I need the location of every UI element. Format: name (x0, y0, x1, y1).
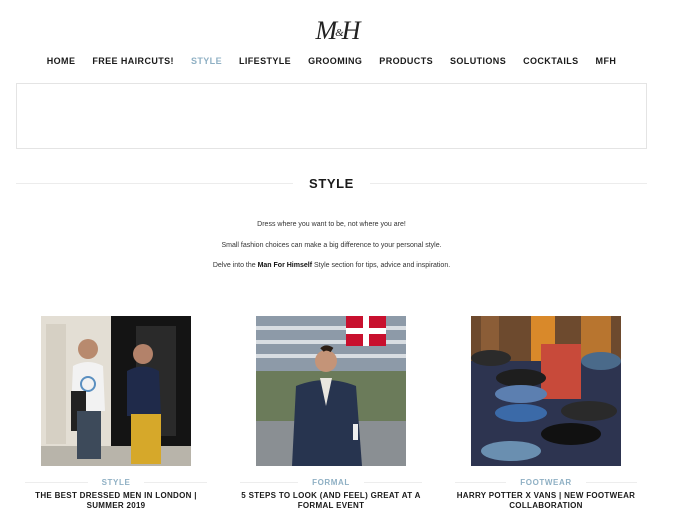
nav-item-grooming[interactable]: GROOMING (300, 55, 371, 67)
nav-item-style[interactable]: STYLE (182, 55, 230, 67)
advertisement-box (16, 83, 647, 149)
nav-item-free-haircuts[interactable]: FREE HAIRCUTS! (84, 55, 183, 67)
divider-right (369, 182, 647, 184)
nav-item-solutions[interactable]: SOLUTIONS (442, 55, 515, 67)
article-photo-footwear (471, 316, 621, 466)
nav-item-mfh[interactable]: MFH (587, 55, 625, 67)
nav-item-products[interactable]: PRODUCTS (371, 55, 442, 67)
article-category-row-1: STYLE (25, 476, 207, 488)
nav-item-cocktails[interactable]: COCKTAILS (515, 55, 587, 67)
intro-line-1: Dress where you want to be, not where yo… (257, 221, 406, 228)
nav-item-home[interactable]: HOME (38, 55, 84, 67)
article-category[interactable]: STYLE (88, 478, 145, 487)
section-heading: STYLE (16, 175, 647, 191)
page-title: STYLE (309, 175, 354, 191)
intro-line-3-end: Style section for tips, advice and inspi… (312, 262, 451, 269)
article-category-row-2: FORMAL (240, 476, 423, 488)
article-card-1[interactable]: STYLE THE BEST DRESSED MEN IN LONDON | S… (25, 316, 207, 510)
article-image-3[interactable] (471, 316, 621, 466)
divider-left (16, 182, 294, 184)
article-card-3[interactable]: FOOTWEAR HARRY POTTER X VANS | NEW FOOTW… (455, 316, 637, 510)
article-title[interactable]: 5 STEPS TO LOOK (AND FEEL) GREAT AT A FO… (236, 491, 426, 511)
article-image-2[interactable] (256, 316, 406, 466)
article-title[interactable]: HARRY POTTER X VANS | NEW FOOTWEAR COLLA… (451, 491, 641, 511)
main-nav: HOME FREE HAIRCUTS! STYLE LIFESTYLE GROO… (0, 55, 663, 67)
intro-line-3-start: Delve into the (212, 262, 258, 269)
article-photo-formal-event (256, 316, 406, 466)
article-category[interactable]: FOOTWEAR (506, 478, 585, 487)
intro-line-2: Small fashion choices can make a big dif… (221, 241, 442, 249)
intro-line-3: Delve into the Man For Himself Style sec… (0, 262, 663, 270)
article-image-1[interactable] (41, 316, 191, 466)
brand-name: Man For Himself (257, 262, 313, 269)
article-category-row-3: FOOTWEAR (455, 476, 637, 488)
article-photo-best-dressed (41, 316, 191, 466)
logo-letter-h: H (341, 16, 361, 45)
article-card-2[interactable]: FORMAL 5 STEPS TO LOOK (AND FEEL) GREAT … (240, 316, 423, 510)
nav-item-lifestyle[interactable]: LIFESTYLE (230, 55, 299, 67)
logo-letter-m: M (315, 16, 337, 45)
article-title[interactable]: THE BEST DRESSED MEN IN LONDON | SUMMER … (21, 491, 211, 511)
site-logo[interactable]: M&H (0, 16, 675, 46)
article-category[interactable]: FORMAL (298, 478, 364, 487)
section-intro: Dress where you want to be, not where yo… (0, 221, 663, 283)
